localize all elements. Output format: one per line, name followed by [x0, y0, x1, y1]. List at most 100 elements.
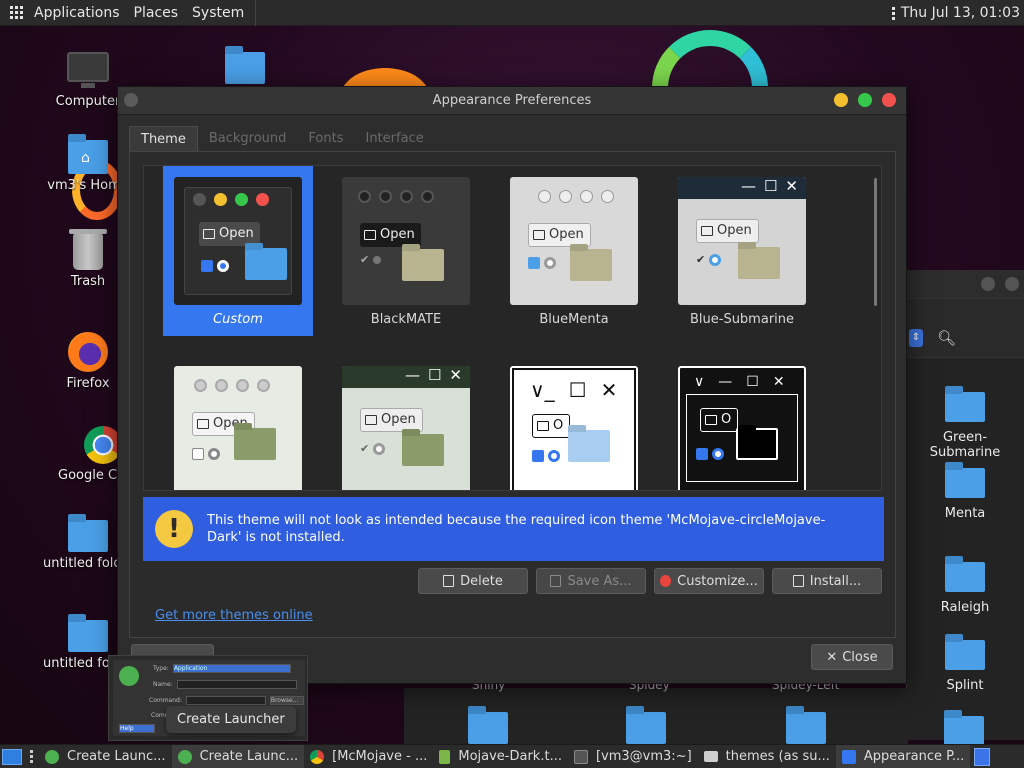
computer-icon [67, 52, 109, 88]
theme-name: Blue-Submarine [689, 312, 795, 327]
task-create-launcher-1[interactable]: Create Launc... [39, 745, 172, 768]
preview-titlebar: ∨ — ☐ ✕ [694, 374, 785, 390]
preview-open-button: O [700, 408, 739, 432]
system-menu[interactable]: System [185, 0, 251, 26]
folder-icon [945, 556, 985, 592]
chrome-icon [310, 749, 325, 764]
folder-icon[interactable] [468, 706, 508, 744]
launcher-icon [177, 749, 192, 764]
theme-item[interactable]: ∨_ ☐ ✕ O [499, 355, 649, 490]
tab-background[interactable]: Background [198, 126, 298, 152]
preview-open-button: Open [696, 219, 759, 243]
scrollbar-thumb[interactable] [874, 178, 877, 306]
preview-checks [528, 257, 556, 269]
tooltip: Create Launcher [166, 706, 296, 733]
install-label: Install... [809, 573, 862, 589]
close-label: Close [842, 649, 878, 665]
theme-thumbnail: ∨_ ☐ ✕ O [510, 366, 638, 490]
file-item[interactable]: Raleigh [910, 556, 1020, 615]
file-manager-bottom: Shiny Spidey Spidey-Left [404, 678, 908, 746]
window-button-icon[interactable] [1005, 277, 1019, 291]
minimize-button[interactable] [834, 93, 848, 107]
spinner-icon[interactable]: ⇕ [909, 329, 923, 347]
taskbar-handle-icon [30, 750, 33, 763]
file-item[interactable]: Green-Submarine [910, 386, 1020, 460]
customize-button[interactable]: Customize... [654, 568, 764, 594]
task-label: Create Launc... [67, 749, 166, 764]
maximize-button[interactable] [858, 93, 872, 107]
browse-button: Browse... [269, 696, 304, 705]
theme-grid: Open Custom Open ✔ BlackMATE Open BlueMe… [143, 165, 882, 491]
tab-fonts[interactable]: Fonts [297, 126, 354, 152]
theme-thumbnail: Open ✔ [342, 177, 470, 305]
firefox-icon [68, 332, 108, 372]
applications-menu[interactable]: Applications [0, 0, 127, 26]
theme-item-bluementa[interactable]: Open BlueMenta [499, 166, 649, 336]
task-archive[interactable]: Mojave-Dark.t... [433, 745, 568, 768]
theme-thumbnail: ∨ — ☐ ✕ O [678, 366, 806, 490]
preview-titlebar: — ☐ ✕ [342, 366, 470, 388]
appearance-preferences-dialog: Appearance Preferences Theme Background … [117, 86, 907, 684]
bottom-taskbar: Create Launc... Create Launc... [McMojav… [0, 744, 1024, 768]
folder-icon [68, 614, 108, 652]
places-menu[interactable]: Places [127, 0, 186, 26]
show-desktop-button[interactable] [2, 748, 22, 765]
preview-checks: ✔ [360, 253, 382, 266]
theme-item-blackmate[interactable]: Open ✔ BlackMATE [331, 166, 481, 336]
folder-icon[interactable] [786, 706, 826, 744]
preview-checks [532, 450, 560, 462]
theme-tab-panel: Open Custom Open ✔ BlackMATE Open BlueMe… [129, 151, 896, 638]
name-label: Name: [153, 681, 173, 688]
theme-item[interactable]: Open [163, 355, 313, 490]
file-item[interactable]: Menta [910, 462, 1020, 521]
preview-checks [696, 448, 724, 460]
panel-handle-icon [891, 6, 895, 20]
task-chrome[interactable]: [McMojave - ... [304, 745, 433, 768]
task-create-launcher-2[interactable]: Create Launc... [171, 744, 305, 768]
theme-item[interactable]: ∨ — ☐ ✕ O [667, 355, 817, 490]
clock[interactable]: Thu Jul 13, 01:03 [901, 5, 1020, 21]
search-icon[interactable]: 🔍︎ [937, 329, 956, 347]
folder-icon[interactable] [626, 706, 666, 744]
task-terminal[interactable]: [vm3@vm3:~] [568, 745, 698, 768]
close-button[interactable]: ✕ Close [811, 644, 893, 670]
folder-icon [945, 462, 985, 498]
get-more-themes-link[interactable]: Get more themes online [155, 608, 313, 623]
file-item-label: Raleigh [940, 600, 990, 615]
preview-open-label: Open [717, 223, 752, 238]
window-button-icon[interactable] [981, 277, 995, 291]
archive-icon [439, 749, 451, 764]
theme-preview-window: Open [184, 187, 292, 295]
command-field [185, 696, 266, 705]
file-manager-toolbar: ⇕ 🔍︎ [907, 298, 1024, 358]
applications-menu-label: Applications [34, 4, 120, 21]
launcher-icon [119, 666, 139, 686]
tab-interface[interactable]: Interface [354, 126, 434, 152]
theme-thumbnail: — ☐ ✕ Open ✔ [678, 177, 806, 305]
dialog-titlebar[interactable]: Appearance Preferences [118, 87, 906, 115]
delete-button[interactable]: Delete [418, 568, 528, 594]
theme-item[interactable]: — ☐ ✕ Open ✔ [331, 355, 481, 490]
task-appearance[interactable]: Appearance P... [835, 744, 971, 768]
tab-theme[interactable]: Theme [129, 126, 198, 152]
file-item[interactable]: Splint [910, 634, 1020, 693]
theme-item-custom[interactable]: Open Custom [163, 166, 313, 336]
preview-titlebar [530, 185, 638, 207]
task-file-manager[interactable]: themes (as su... [698, 745, 836, 768]
panel-separator [255, 0, 257, 26]
close-window-button[interactable] [882, 93, 896, 107]
desktop-folder-partial[interactable] [205, 46, 285, 84]
workspace-switcher[interactable] [974, 747, 991, 766]
install-button[interactable]: Install... [772, 568, 882, 594]
theme-name: BlackMATE [370, 312, 442, 327]
folder-icon [234, 428, 276, 460]
warning-infobar: ! This theme will not look as intended b… [143, 497, 884, 561]
theme-item-blue-submarine[interactable]: — ☐ ✕ Open ✔ Blue-Submarine [667, 166, 817, 336]
panel-clock-area: Thu Jul 13, 01:03 [891, 0, 1020, 26]
top-menu: Applications Places System [0, 0, 257, 26]
folder-icon [245, 248, 287, 280]
preview-checks: ✔ [360, 442, 386, 455]
trash-icon [69, 229, 107, 270]
preview-titlebar: ∨_ ☐ ✕ [530, 378, 618, 402]
save-as-button[interactable]: Save As... [536, 568, 646, 594]
